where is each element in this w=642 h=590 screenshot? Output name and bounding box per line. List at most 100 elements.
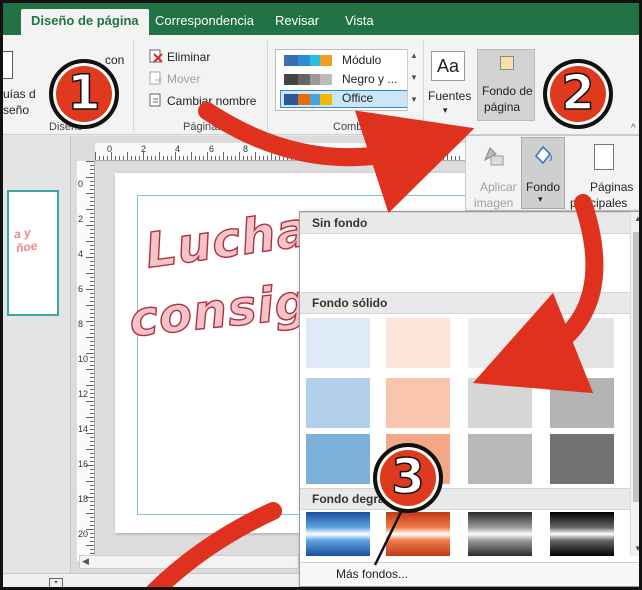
solid-swatch[interactable]: [306, 378, 370, 428]
scheme-item-office[interactable]: Office: [280, 90, 416, 108]
ruler-tick: [86, 289, 94, 290]
tab-page-design[interactable]: Diseño de página: [21, 9, 149, 35]
ruler-tick: [123, 156, 124, 160]
ruler-tick: [90, 221, 94, 222]
fonts-icon[interactable]: Aa: [431, 51, 465, 81]
ruler-tick: [427, 156, 428, 160]
apply-image-label-1[interactable]: Aplicar: [480, 180, 517, 194]
ruler-tick: [86, 305, 94, 306]
ruler-tick: [443, 156, 444, 160]
page-background-icon: [500, 56, 514, 70]
ruler-tick: [90, 201, 94, 202]
background-label: Fondo: [526, 180, 561, 194]
ruler-tick: [187, 156, 188, 160]
ruler-tick: [219, 156, 220, 160]
fonts-label[interactable]: Fuentes: [428, 89, 471, 103]
ruler-tick: [86, 401, 94, 402]
delete-page-button[interactable]: Eliminar: [167, 50, 210, 64]
gradient-background-header: Fondo degra: [300, 488, 630, 510]
ruler-number: 4: [175, 144, 181, 154]
ruler-tick: [90, 413, 94, 414]
ruler-tick: [395, 156, 396, 160]
chevron-down-icon: ▾: [443, 105, 448, 115]
ribbon-tab-bar: Diseño de página Correspondencia Revisar…: [3, 3, 639, 35]
ruler-tick: [135, 156, 136, 160]
solid-swatch[interactable]: [468, 318, 532, 368]
ruler-tick: [90, 533, 94, 534]
scheme-item-negro[interactable]: Negro y ...: [280, 71, 416, 89]
chevron-down-icon: ▼: [634, 544, 642, 553]
rename-page-button[interactable]: Cambiar nombre: [167, 94, 256, 108]
ruler-tick: [86, 513, 94, 514]
separator: [423, 41, 424, 131]
ruler-tick: [90, 461, 94, 462]
more-backgrounds-button[interactable]: Más fondos...: [300, 562, 639, 586]
tab-view[interactable]: Vista: [335, 9, 384, 35]
ruler-tick: [90, 357, 94, 358]
move-page-icon: [149, 71, 163, 85]
ruler-tick: [255, 152, 256, 160]
horizontal-scrollbar[interactable]: ◀: [79, 555, 299, 569]
ruler-tick: [90, 313, 94, 314]
solid-swatch[interactable]: [306, 434, 370, 484]
ruler-tick: [247, 156, 248, 160]
ruler-tick: [90, 457, 94, 458]
solid-swatch[interactable]: [550, 378, 614, 428]
ruler-tick: [239, 152, 240, 160]
ruler-tick: [90, 397, 94, 398]
apply-image-label-2[interactable]: imagen: [474, 196, 513, 210]
ruler-tick: [283, 156, 284, 160]
solid-swatch[interactable]: [550, 434, 614, 484]
master-pages-label-2[interactable]: principales: [570, 196, 627, 210]
ruler-tick: [107, 156, 108, 160]
ruler-tick: [90, 525, 94, 526]
ruler-tick: [379, 156, 380, 160]
gradient-swatch-black[interactable]: [550, 512, 614, 556]
ruler-tick: [90, 537, 94, 538]
ruler-tick: [451, 156, 452, 160]
ruler-tick: [211, 156, 212, 160]
ruler-tick: [447, 152, 448, 160]
solid-swatch[interactable]: [550, 318, 614, 368]
page-layout-icon[interactable]: ▪: [49, 578, 63, 587]
ruler-tick: [90, 473, 94, 474]
ruler-tick: [86, 193, 94, 194]
solid-swatch[interactable]: [468, 434, 532, 484]
gallery-scroll-thumb[interactable]: [633, 232, 639, 502]
scheme-name: Módulo: [342, 53, 382, 67]
design-label[interactable]: seño: [3, 103, 29, 117]
color-scheme-gallery[interactable]: Módulo Negro y ... Office: [275, 49, 419, 111]
ruler-tick: [171, 156, 172, 160]
ruler-tick: [90, 249, 94, 250]
gradient-swatch-blue[interactable]: [306, 512, 370, 556]
ruler-tick: [243, 156, 244, 160]
gallery-scrollbar[interactable]: ▲ ▼: [630, 212, 642, 556]
chevron-down-icon: ▼: [410, 73, 418, 82]
ruler-tick: [90, 361, 94, 362]
solid-swatch[interactable]: [386, 378, 450, 428]
ruler-tick: [90, 425, 94, 426]
background-gallery: Sin fondo Fondo sólido Fondo degra ▲ ▼ M…: [299, 211, 642, 587]
page-background-button[interactable]: Fondo de página: [477, 49, 535, 121]
gradient-swatch-orange[interactable]: [386, 512, 450, 556]
background-button[interactable]: Fondo ▾: [521, 137, 565, 209]
tab-mailings[interactable]: Correspondencia: [145, 9, 264, 35]
tab-review[interactable]: Revisar: [265, 9, 329, 35]
ruler-tick: [90, 421, 94, 422]
ruler-tick: [179, 156, 180, 160]
gradient-swatch-gray[interactable]: [468, 512, 532, 556]
ruler-tick: [90, 541, 94, 542]
collapse-ribbon-icon[interactable]: ^: [631, 123, 636, 134]
move-page-button[interactable]: Mover: [167, 72, 200, 86]
scheme-item-modulo[interactable]: Módulo: [280, 52, 416, 70]
scheme-gallery-scrollbar[interactable]: ▲ ▼ ▼: [407, 49, 419, 111]
no-background-option[interactable]: [306, 238, 624, 290]
annotation-badge-1: 1: [49, 59, 119, 129]
solid-swatch[interactable]: [468, 378, 532, 428]
master-pages-label-1[interactable]: Páginas: [590, 180, 633, 194]
guides-label[interactable]: uías d: [3, 87, 36, 101]
page-thumbnail[interactable]: a y ñoe: [7, 190, 59, 316]
solid-swatch[interactable]: [386, 318, 450, 368]
ruler-tick: [291, 156, 292, 160]
solid-swatch[interactable]: [306, 318, 370, 368]
